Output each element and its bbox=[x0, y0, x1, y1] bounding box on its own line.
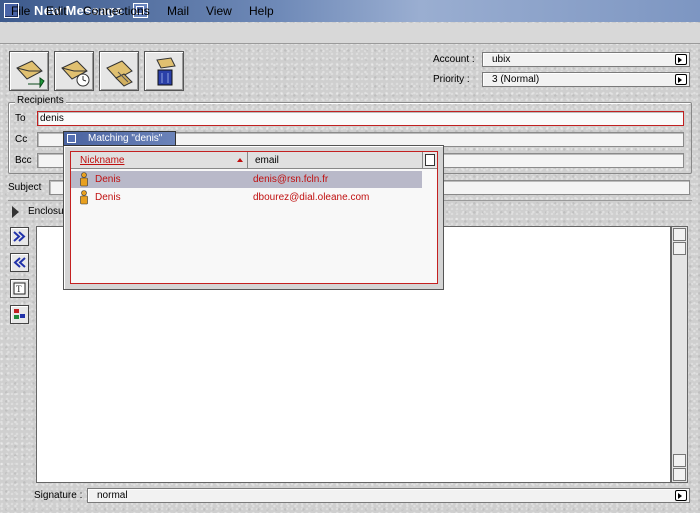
column-divider bbox=[247, 152, 248, 169]
to-value: denis bbox=[40, 113, 64, 124]
person-icon bbox=[80, 190, 88, 205]
subject-label: Subject bbox=[8, 182, 42, 193]
vertical-scrollbar[interactable] bbox=[671, 226, 688, 483]
list-corner bbox=[422, 152, 437, 169]
text-icon: T bbox=[13, 282, 26, 295]
attach-icon bbox=[106, 60, 133, 87]
unquote-button[interactable] bbox=[10, 253, 29, 272]
send-later-button[interactable] bbox=[54, 51, 94, 91]
email-cell: dbourez@dial.oleane.com bbox=[253, 192, 370, 203]
send-later-icon bbox=[61, 60, 90, 87]
matching-list: Nickname email Denis denis@rsn.fcln.fr D… bbox=[70, 151, 438, 284]
double-chevron-right-icon bbox=[13, 231, 26, 242]
to-field[interactable]: denis bbox=[37, 111, 684, 126]
menu-view[interactable]: View bbox=[206, 4, 232, 18]
send-button[interactable] bbox=[9, 51, 49, 91]
menu-bar bbox=[0, 23, 700, 44]
person-icon bbox=[80, 172, 88, 187]
svg-text:T: T bbox=[16, 284, 22, 294]
trash-icon bbox=[156, 57, 176, 86]
list-item[interactable]: Denis denis@rsn.fcln.fr bbox=[71, 171, 422, 188]
menu-edit[interactable]: Edit bbox=[46, 4, 67, 18]
signature-button[interactable]: T bbox=[10, 279, 29, 298]
menu-mail[interactable]: Mail bbox=[167, 4, 189, 18]
account-select[interactable]: ubix bbox=[482, 52, 690, 67]
sort-ascending-icon bbox=[237, 158, 243, 162]
menu-file[interactable]: File bbox=[11, 4, 30, 18]
to-label: To bbox=[15, 113, 26, 124]
priority-label: Priority : bbox=[433, 74, 470, 85]
menu-help[interactable]: Help bbox=[249, 4, 274, 18]
scroll-up-button-bottom[interactable] bbox=[673, 454, 686, 467]
send-icon bbox=[16, 60, 45, 88]
chevron-right-icon bbox=[675, 74, 687, 85]
scroll-down-button-bottom[interactable] bbox=[673, 468, 686, 481]
scroll-down-button[interactable] bbox=[673, 242, 686, 255]
signature-value: normal bbox=[97, 490, 128, 501]
chevron-right-icon bbox=[675, 54, 687, 65]
trash-button[interactable] bbox=[144, 51, 184, 91]
signature-label: Signature : bbox=[34, 490, 83, 501]
nickname-cell: Denis bbox=[95, 192, 121, 203]
scroll-up-button[interactable] bbox=[673, 228, 686, 241]
cc-label: Cc bbox=[15, 134, 28, 145]
nickname-column-header[interactable]: Nickname bbox=[80, 155, 124, 166]
chevron-right-icon bbox=[675, 490, 687, 501]
matching-title-bar[interactable]: Matching "denis" bbox=[63, 131, 176, 146]
matching-close-box[interactable] bbox=[67, 134, 76, 143]
priority-value: 3 (Normal) bbox=[492, 74, 540, 85]
spell-check-button[interactable] bbox=[10, 305, 29, 324]
account-label: Account : bbox=[433, 54, 475, 65]
recipients-label: Recipients bbox=[15, 95, 66, 106]
email-column-header[interactable]: email bbox=[255, 155, 279, 166]
enclosures-label: Enclosu bbox=[28, 206, 64, 217]
priority-select[interactable]: 3 (Normal) bbox=[482, 72, 690, 87]
signature-select[interactable]: normal bbox=[87, 488, 690, 503]
spell-check-icon bbox=[14, 309, 25, 319]
attach-button[interactable] bbox=[99, 51, 139, 91]
quote-button[interactable] bbox=[10, 227, 29, 246]
list-item[interactable]: Denis dbourez@dial.oleane.com bbox=[71, 189, 422, 206]
email-cell: denis@rsn.fcln.fr bbox=[253, 174, 329, 185]
bcc-label: Bcc bbox=[15, 155, 32, 166]
nickname-cell: Denis bbox=[95, 174, 121, 185]
menu-connections[interactable]: Connections bbox=[83, 4, 150, 18]
account-value: ubix bbox=[492, 54, 511, 65]
double-chevron-left-icon bbox=[13, 257, 26, 268]
list-header: Nickname email bbox=[71, 152, 422, 169]
matching-title: Matching "denis" bbox=[88, 133, 163, 144]
enclosures-toggle-icon[interactable] bbox=[12, 206, 19, 218]
